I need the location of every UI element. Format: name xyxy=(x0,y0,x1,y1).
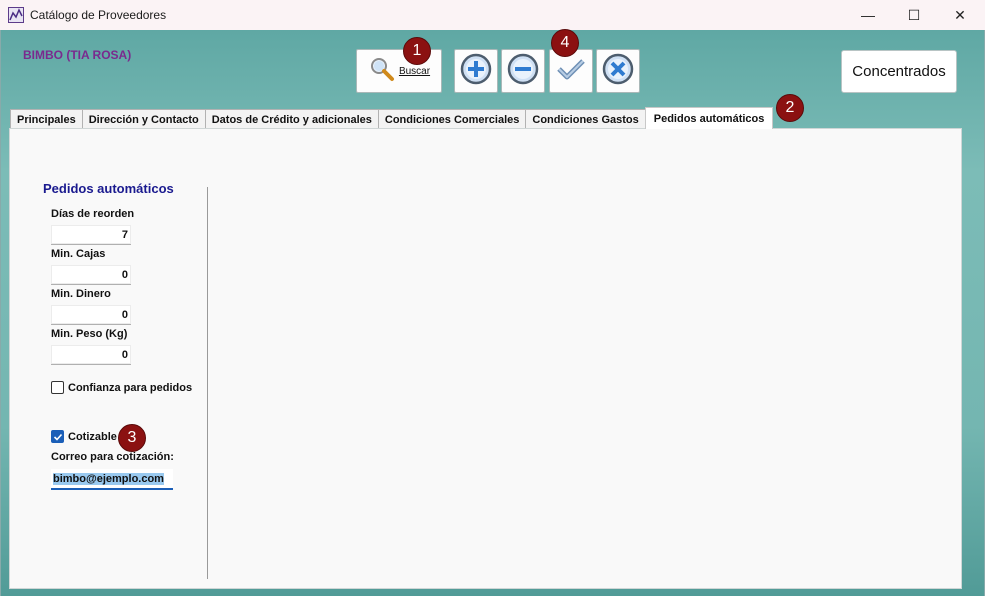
tab-pedidos-automaticos[interactable]: Pedidos automáticos xyxy=(644,107,774,129)
confianza-label: Confianza para pedidos xyxy=(68,381,193,394)
cotizable-label: Cotizable xyxy=(68,430,117,443)
concentrados-button[interactable]: Concentrados xyxy=(841,50,957,93)
min-dinero-input[interactable]: 0 xyxy=(51,305,131,325)
tab-strip: Principales Dirección y Contacto Datos d… xyxy=(10,107,774,129)
remove-button[interactable] xyxy=(501,49,545,93)
minimize-button[interactable]: — xyxy=(845,0,891,30)
dias-reorden-label: Días de reorden xyxy=(51,208,135,220)
dias-reorden-input[interactable]: 7 xyxy=(51,225,131,245)
minus-circle-icon xyxy=(507,53,539,90)
tab-datos-credito[interactable]: Datos de Crédito y adicionales xyxy=(204,109,379,129)
cotizable-checkbox[interactable] xyxy=(51,430,64,443)
correo-label: Correo para cotización: xyxy=(51,451,174,463)
min-cajas-label: Min. Cajas xyxy=(51,248,106,260)
min-peso-label: Min. Peso (Kg) xyxy=(51,328,128,340)
annotation-marker-1: 1 xyxy=(403,37,431,65)
correo-value: bimbo@ejemplo.com xyxy=(53,472,164,485)
magnifier-icon xyxy=(368,55,396,88)
tab-condiciones-gastos[interactable]: Condiciones Gastos xyxy=(525,109,646,129)
buscar-label: Buscar xyxy=(398,65,431,77)
min-peso-input[interactable]: 0 xyxy=(51,345,131,365)
vertical-divider xyxy=(207,187,208,579)
close-window-button[interactable]: ✕ xyxy=(937,0,983,30)
min-dinero-label: Min. Dinero xyxy=(51,288,111,300)
annotation-marker-4: 4 xyxy=(551,29,579,57)
supplier-name: BIMBO (TIA ROSA) xyxy=(23,48,132,62)
title-bar: Catálogo de Proveedores — ☐ ✕ xyxy=(0,0,985,30)
tab-principales[interactable]: Principales xyxy=(10,109,83,129)
cotizable-checkbox-row[interactable]: Cotizable xyxy=(51,430,117,443)
plus-circle-icon xyxy=(460,53,492,90)
confianza-checkbox[interactable] xyxy=(51,381,64,394)
checkmark-icon xyxy=(555,55,587,88)
annotation-marker-2: 2 xyxy=(776,94,804,122)
tab-condiciones-comerciales[interactable]: Condiciones Comerciales xyxy=(377,109,527,129)
section-title: Pedidos automáticos xyxy=(43,181,174,196)
tab-direccion-contacto[interactable]: Dirección y Contacto xyxy=(81,109,206,129)
min-cajas-input[interactable]: 0 xyxy=(51,265,131,285)
cancel-button[interactable] xyxy=(596,49,640,93)
maximize-button[interactable]: ☐ xyxy=(891,0,937,30)
correo-input[interactable]: bimbo@ejemplo.com xyxy=(51,469,173,490)
tab-panel-pedidos: Pedidos automáticos Días de reorden 7 Mi… xyxy=(9,128,962,589)
app-icon xyxy=(8,7,24,23)
check-icon xyxy=(53,433,62,441)
add-button[interactable] xyxy=(454,49,498,93)
x-circle-icon xyxy=(602,53,634,90)
confianza-checkbox-row[interactable]: Confianza para pedidos xyxy=(51,381,192,394)
annotation-marker-3: 3 xyxy=(118,424,146,452)
window-title: Catálogo de Proveedores xyxy=(30,8,167,22)
